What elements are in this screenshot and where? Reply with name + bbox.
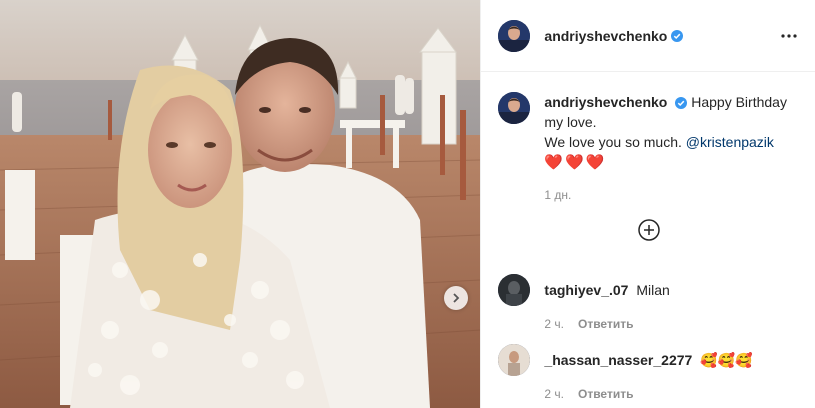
verified-badge-icon xyxy=(675,97,688,109)
more-horizontal-icon xyxy=(781,34,798,38)
more-options-button[interactable] xyxy=(779,26,799,46)
next-photo-button[interactable] xyxy=(444,286,468,310)
commenter-avatar[interactable] xyxy=(498,274,531,306)
hearts-emoji: ❤️❤️❤️ xyxy=(544,154,607,171)
caption-text: andriyshevchenko Happy Birthday my love.… xyxy=(544,92,794,205)
post-dialog: andriyshevchenko andriyshevchenko Happy … xyxy=(0,0,815,408)
caption-author-avatar[interactable] xyxy=(498,92,531,124)
comment-time[interactable]: 2 ч. xyxy=(544,387,564,401)
comment-item: taghiyev_.07 Milan 2 ч. Ответить xyxy=(498,274,798,331)
caption-username[interactable]: andriyshevchenko xyxy=(544,94,667,110)
load-more-comments-button[interactable] xyxy=(638,219,661,241)
reply-button[interactable]: Ответить xyxy=(578,317,633,331)
mention-link[interactable]: @kristenpazik xyxy=(686,134,774,150)
comment-text: 🥰🥰🥰 xyxy=(700,352,753,368)
verified-badge-icon xyxy=(671,29,684,42)
caption-line-3: We love you so much. xyxy=(544,134,686,150)
photo-illustration xyxy=(0,0,481,408)
comment-text: Milan xyxy=(636,282,670,298)
post-caption: andriyshevchenko Happy Birthday my love.… xyxy=(498,92,798,205)
caption-timestamp[interactable]: 1 дн. xyxy=(544,185,794,205)
caption-line-1: Happy Birthday xyxy=(691,94,787,110)
author-avatar[interactable] xyxy=(498,19,531,52)
chevron-right-icon xyxy=(453,293,460,303)
plus-circle-icon xyxy=(638,219,661,241)
post-photo xyxy=(0,0,482,408)
comment-time[interactable]: 2 ч. xyxy=(544,317,564,331)
comment-username[interactable]: taghiyev_.07 xyxy=(544,282,628,298)
post-side-panel: andriyshevchenko andriyshevchenko Happy … xyxy=(481,0,815,408)
comment-item: _hassan_nasser_2277 🥰🥰🥰 2 ч. Ответить xyxy=(498,344,798,401)
commenter-avatar[interactable] xyxy=(498,344,531,376)
caption-line-2: my love. xyxy=(544,114,597,130)
author-username[interactable]: andriyshevchenko xyxy=(544,28,667,44)
reply-button[interactable]: Ответить xyxy=(578,387,633,401)
post-header: andriyshevchenko xyxy=(481,0,815,72)
comment-username[interactable]: _hassan_nasser_2277 xyxy=(544,352,692,368)
